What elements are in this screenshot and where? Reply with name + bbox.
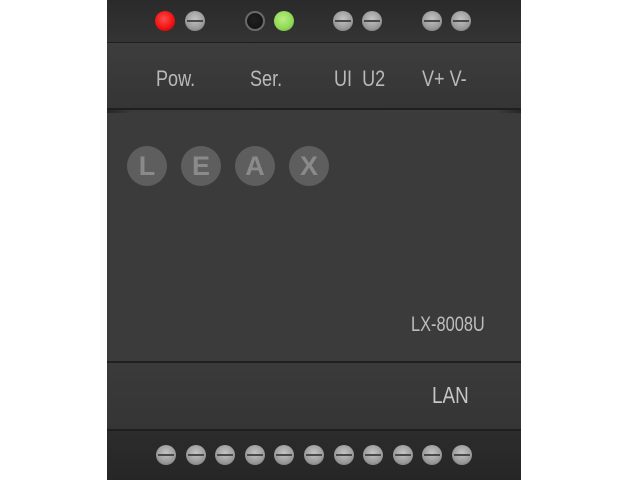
logo-letter-e: E xyxy=(181,146,221,186)
bottom-terminal-screw xyxy=(452,445,472,465)
logo-letter-x: X xyxy=(289,146,329,186)
serial-label: Ser. xyxy=(250,66,283,91)
vplus-terminal-screw xyxy=(422,11,442,31)
bottom-terminal-screw xyxy=(392,445,413,465)
serial-led-green xyxy=(274,11,294,31)
logo-letter-l: L xyxy=(127,146,167,186)
u1-u2-label: UI U2 xyxy=(334,66,386,91)
vminus-terminal-screw xyxy=(451,11,471,31)
bottom-terminal-screw xyxy=(244,445,265,465)
bottom-terminal-screw xyxy=(304,445,324,465)
u2-terminal-screw xyxy=(362,11,382,31)
power-terminal-screw xyxy=(185,11,205,31)
bottom-terminal-screw xyxy=(333,445,354,465)
logo-letter-a: A xyxy=(235,146,275,186)
u1-terminal-screw xyxy=(333,11,353,31)
bottom-terminal-screw xyxy=(156,445,176,465)
lan-port-label: LAN xyxy=(432,382,469,408)
voltage-label: V+ V- xyxy=(422,66,467,91)
bottom-terminal-screw xyxy=(185,445,206,465)
power-label: Pow. xyxy=(156,66,196,91)
model-number: LX-8008U xyxy=(411,313,485,336)
serial-led-off xyxy=(245,11,265,31)
power-led xyxy=(155,11,175,31)
